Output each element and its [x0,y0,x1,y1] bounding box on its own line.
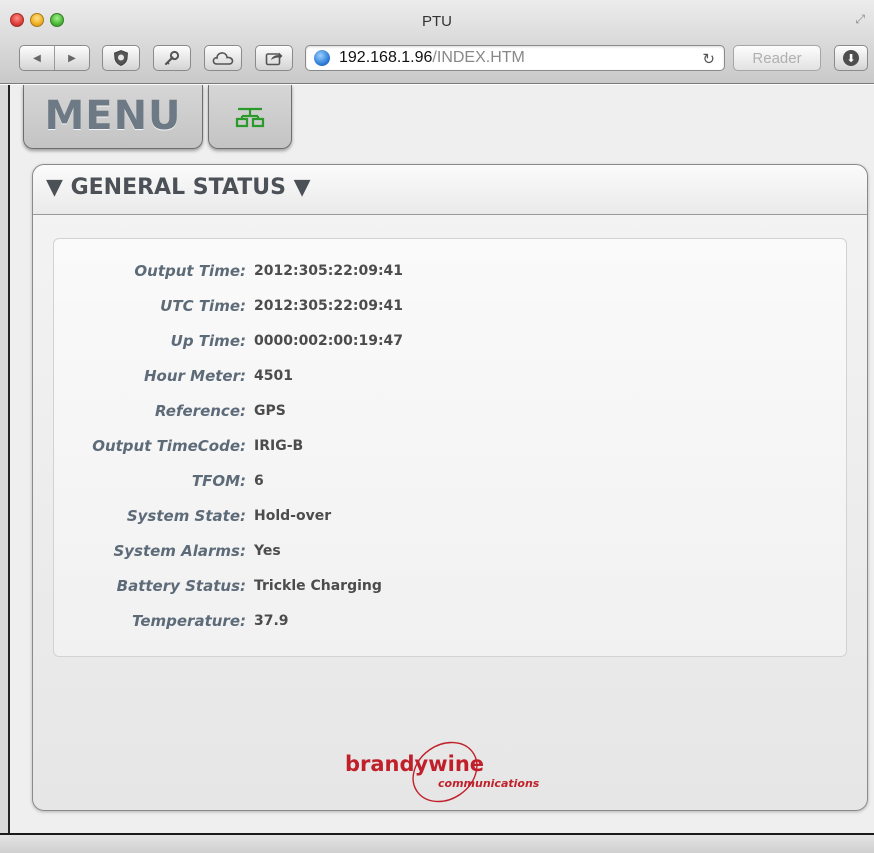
status-label: TFOM: [191,472,246,490]
status-label: System State: [126,507,246,525]
general-status-panel: ▼ GENERAL STATUS ▼ Output Time: 2012:305… [32,164,868,811]
downloads-button[interactable]: ⬇ [834,45,868,71]
status-label: UTC Time: [160,297,246,315]
status-label: Temperature: [132,612,246,630]
status-row: Hour Meter: 4501 [54,367,846,389]
status-value: Yes [254,543,281,559]
status-label: System Alarms: [113,542,246,560]
status-value: 2012:305:22:09:41 [254,263,404,279]
status-value: 0000:002:00:19:47 [254,333,404,349]
reload-icon[interactable]: ↻ [702,50,715,68]
status-row: Up Time: 0000:002:00:19:47 [54,332,846,354]
page-viewport: MENU ▼ GENERAL STATUS ▼ Output Time: 201… [8,85,874,833]
brandywine-logo: brandywine communications [345,741,540,803]
status-row: Reference: GPS [54,402,846,424]
shield-icon [114,50,128,66]
fullscreen-icon[interactable]: ⤢ [855,13,865,25]
back-icon[interactable]: ◀ [20,46,54,70]
back-forward-group: ◀ ▶ [19,45,90,71]
status-row: TFOM: 6 [54,472,846,494]
status-value: 4501 [254,368,293,384]
status-row: Output Time: 2012:305:22:09:41 [54,262,846,284]
cloud-icon [212,52,234,65]
status-label: Reference: [155,402,246,420]
panel-header[interactable]: ▼ GENERAL STATUS ▼ [33,165,867,215]
status-value: Hold-over [254,508,332,524]
window-left-frame [0,85,8,833]
share-button[interactable] [255,45,293,71]
status-label: Up Time: [170,332,246,350]
menu-tab[interactable]: MENU [23,85,203,149]
brand-name: brandywine [345,752,484,776]
status-value: Trickle Charging [254,578,382,594]
network-icon [235,107,265,127]
forward-icon[interactable]: ▶ [55,46,89,70]
status-row: System Alarms: Yes [54,542,846,564]
share-icon [265,52,283,66]
address-bar[interactable]: 192.168.1.96/INDEX.HTM ↻ [305,45,725,71]
status-label: Battery Status: [116,577,246,595]
status-row: Battery Status: Trickle Charging [54,577,846,599]
icloud-tabs-button[interactable] [204,45,242,71]
network-tab[interactable] [208,85,292,149]
status-row: System State: Hold-over [54,507,846,529]
url-host: 192.168.1.96 [339,49,433,66]
privacy-button[interactable] [102,45,140,71]
url-path: /INDEX.HTM [432,49,525,66]
status-label: Output TimeCode: [92,437,246,455]
panel-title: ▼ GENERAL STATUS ▼ [46,175,311,200]
status-row: UTC Time: 2012:305:22:09:41 [54,297,846,319]
window-titlebar: PTU ⤢ ◀ ▶ 192.168.1.96/INDEX.HTM ↻ Reade… [0,0,874,84]
reader-button[interactable]: Reader [733,45,821,71]
status-value: IRIG-B [254,438,304,454]
globe-icon [314,50,330,66]
status-value: 6 [254,473,264,489]
status-value: 2012:305:22:09:41 [254,298,404,314]
status-value: 37.9 [254,613,289,629]
passwords-button[interactable] [153,45,191,71]
menu-tab-label: MENU [44,93,182,139]
status-label: Output Time: [134,262,246,280]
status-list: Output Time: 2012:305:22:09:41 UTC Time:… [53,238,847,657]
status-value: GPS [254,403,286,419]
status-row: Temperature: 37.9 [54,612,846,634]
status-row: Output TimeCode: IRIG-B [54,437,846,459]
status-label: Hour Meter: [144,367,246,385]
window-title: PTU [422,13,452,30]
download-icon: ⬇ [843,50,859,66]
key-icon [164,50,180,66]
browser-status-bar [0,833,874,853]
brand-tagline: communications [438,777,540,790]
